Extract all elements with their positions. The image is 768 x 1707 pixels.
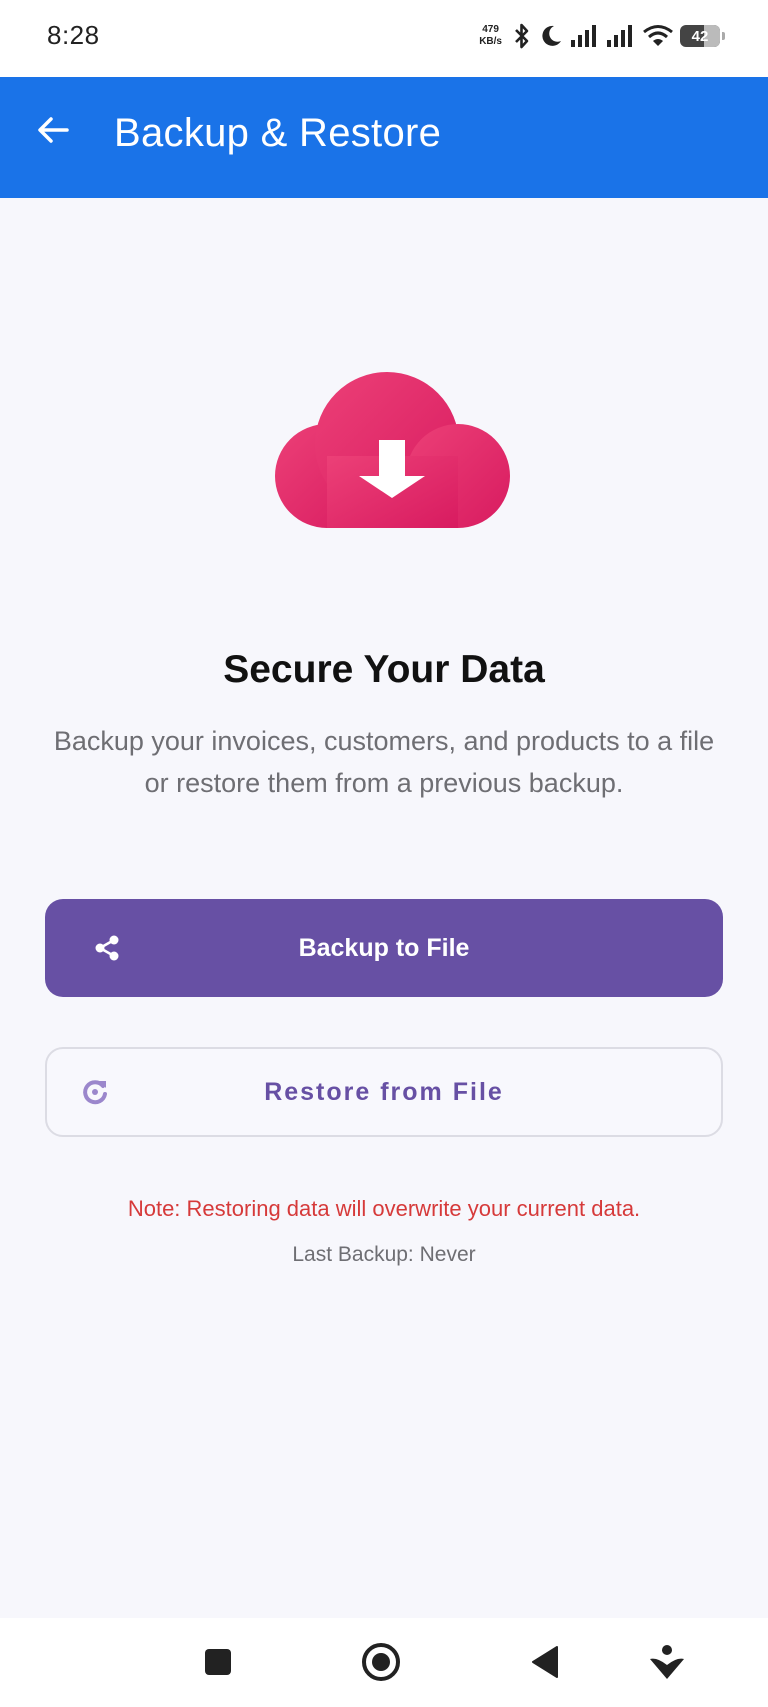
signal-icon bbox=[571, 25, 596, 47]
recents-button[interactable] bbox=[196, 1640, 240, 1684]
backup-button-label: Backup to File bbox=[298, 933, 470, 962]
moon-icon bbox=[542, 25, 561, 46]
assistant-button[interactable] bbox=[645, 1640, 689, 1684]
back-triangle-icon bbox=[532, 1646, 558, 1678]
page-title: Backup & Restore bbox=[114, 111, 442, 155]
restore-icon bbox=[79, 1076, 111, 1108]
back-button[interactable] bbox=[30, 107, 76, 153]
net-speed-indicator: 479 KB/s bbox=[479, 24, 502, 48]
battery-icon: 42 bbox=[680, 25, 725, 47]
backup-to-file-button[interactable]: Backup to File bbox=[45, 899, 723, 997]
signal-icon bbox=[607, 25, 632, 47]
back-nav-button[interactable] bbox=[523, 1640, 567, 1684]
battery-level: 42 bbox=[691, 27, 709, 45]
status-time: 8:28 bbox=[47, 20, 100, 50]
net-speed-unit: KB/s bbox=[479, 36, 502, 47]
recents-square-icon bbox=[205, 1649, 231, 1675]
last-backup-status: Last Backup: Never bbox=[292, 1243, 476, 1266]
headline: Secure Your Data bbox=[223, 648, 545, 691]
cloud-download-icon bbox=[275, 372, 510, 528]
wifi-icon bbox=[643, 25, 673, 46]
bluetooth-icon bbox=[515, 23, 529, 49]
overwrite-warning: Note: Restoring data will overwrite your… bbox=[127, 1196, 641, 1221]
home-button[interactable] bbox=[359, 1640, 403, 1684]
arrow-left-icon bbox=[38, 117, 69, 143]
status-icons: 479 KB/s 42 bbox=[479, 20, 725, 52]
restore-button-label: Restore from File bbox=[264, 1077, 504, 1106]
assistant-icon bbox=[650, 1645, 684, 1679]
app-bar: Backup & Restore bbox=[0, 77, 768, 198]
status-bar: 8:28 479 KB/s 42 bbox=[0, 0, 768, 77]
system-nav-bar bbox=[0, 1618, 768, 1707]
share-icon bbox=[91, 932, 123, 964]
restore-from-file-button[interactable]: Restore from File bbox=[45, 1047, 723, 1137]
net-speed-value: 479 bbox=[482, 24, 499, 35]
home-circle-icon bbox=[362, 1643, 400, 1681]
description: Backup your invoices, customers, and pro… bbox=[53, 726, 715, 798]
